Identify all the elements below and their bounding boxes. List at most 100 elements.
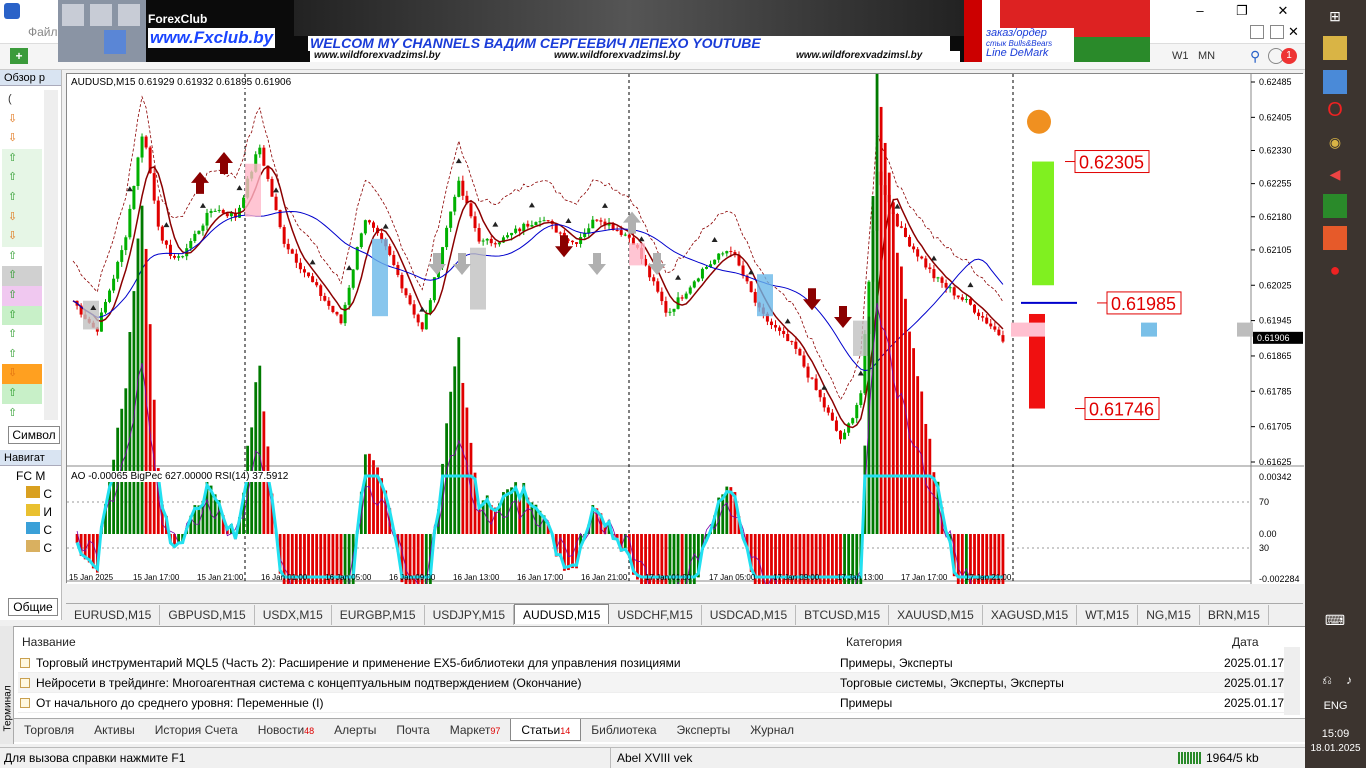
ao-histogram-bar [258, 365, 262, 534]
terminal-scrollbar[interactable] [1284, 647, 1300, 715]
market-watch-row[interactable]: ⇧ [2, 168, 42, 188]
symbol-tab-usdjpym15[interactable]: USDJPY,M15 [425, 605, 515, 625]
record-icon[interactable]: ● [1323, 258, 1347, 282]
search-icon[interactable]: ⚲ [1250, 48, 1260, 65]
language-indicator[interactable]: ENG [1305, 700, 1366, 712]
symbol-tab-audusdm15[interactable]: AUDUSD,M15 [514, 604, 610, 624]
terminal-tab-2[interactable]: История Счета [145, 719, 248, 741]
market-watch-row[interactable]: ⇩ [2, 227, 42, 247]
market-watch-row[interactable]: ⇩ [2, 364, 42, 384]
symbol-tab-gbpusdm15[interactable]: GBPUSD,M15 [160, 605, 255, 625]
navigator-item-experts[interactable]: С [12, 522, 52, 540]
symbol-tab-xauusdm15[interactable]: XAUUSD,M15 [889, 605, 983, 625]
symbol-tab-usdchfm15[interactable]: USDCHF,M15 [609, 605, 702, 625]
col-category[interactable]: Категория [846, 635, 902, 649]
terminal-tab-1[interactable]: Активы [84, 719, 145, 741]
candle-body [298, 262, 302, 270]
terminal-tab-9[interactable]: Эксперты [667, 719, 741, 741]
article-row[interactable]: От начального до среднего уровня: Переме… [18, 693, 1300, 713]
market-watch-row[interactable]: ⇧ [2, 285, 42, 306]
market-watch-row[interactable]: ⇧ [2, 344, 42, 365]
minimize-button[interactable]: – [1185, 0, 1215, 22]
speaker-icon[interactable]: ♪ [1337, 668, 1361, 692]
doc-max-icon[interactable] [1270, 25, 1284, 39]
volume-icon[interactable]: ◀ [1323, 162, 1347, 186]
col-name[interactable]: Название [22, 635, 76, 649]
terminal-tab-6[interactable]: Маркет97 [440, 719, 511, 741]
ao-histogram-bar [900, 266, 903, 534]
clock-time[interactable]: 15:09 [1305, 728, 1366, 740]
start-icon[interactable]: ⊞ [1323, 4, 1347, 28]
symbol-tab[interactable]: Символ [8, 426, 60, 444]
candle-body [599, 220, 603, 222]
market-watch-row[interactable]: ⇧ [2, 246, 42, 267]
market-watch-row[interactable]: ⇩ [2, 109, 42, 130]
terminal-tab-10[interactable]: Журнал [740, 719, 804, 741]
calculator-icon[interactable] [1323, 194, 1347, 218]
navigator-item-indicators[interactable]: И [12, 504, 52, 522]
symbol-tab-usdxm15[interactable]: USDX,M15 [255, 605, 332, 625]
paint-icon[interactable]: ◉ [1323, 130, 1347, 154]
maximize-button[interactable]: ❐ [1227, 0, 1257, 22]
doc-close-icon[interactable]: ✕ [1288, 24, 1299, 40]
market-watch-row[interactable]: ⇧ [2, 383, 42, 404]
navigator-item-scripts[interactable]: С [12, 540, 52, 558]
terminal-tab-5[interactable]: Почта [386, 719, 439, 741]
keyboard-icon[interactable]: ⌨ [1323, 608, 1347, 632]
candle-body [290, 249, 294, 254]
tf-mn-button[interactable]: MN [1198, 50, 1215, 62]
terminal-tab-8[interactable]: Библиотека [581, 719, 666, 741]
doc-restore-icon[interactable] [1250, 25, 1264, 39]
market-watch-row[interactable]: ⇧ [2, 187, 42, 208]
file-explorer-icon[interactable] [1323, 36, 1347, 60]
chart-window[interactable]: 0.62485 0.62405 0.62330 0.62255 0.62180 0.621… [66, 60, 1304, 768]
candle-body [112, 278, 116, 291]
market-watch-row[interactable]: ⇧ [2, 305, 42, 326]
col-date[interactable]: Дата [1232, 635, 1259, 649]
candle-body [530, 225, 534, 227]
status-profile: Abel XVIII vek [610, 748, 692, 768]
article-row[interactable]: Торговый инструментарий MQL5 (Часть 2): … [18, 653, 1300, 673]
control-panel-icon[interactable] [1323, 70, 1347, 94]
terminal-tab-3[interactable]: Новости48 [248, 719, 324, 741]
clock-date[interactable]: 18.01.2025 [1305, 743, 1366, 754]
metatrader-icon[interactable] [1323, 226, 1347, 250]
opera-icon[interactable]: O [1323, 98, 1347, 122]
symbol-tab-btcusdm15[interactable]: BTCUSD,M15 [796, 605, 890, 625]
candle-body [152, 173, 156, 201]
market-watch-scrollbar[interactable] [44, 90, 58, 420]
ad-banner[interactable]: ForexClub www.Fxclub.by WELCOM MY CHANNE… [58, 0, 1150, 62]
navigator-item-accounts[interactable]: С [12, 486, 52, 504]
price-chart[interactable]: 0.62485 0.62405 0.62330 0.62255 0.62180 0.621… [67, 60, 1304, 768]
market-watch-row[interactable]: ⇧ [2, 325, 42, 345]
new-order-icon[interactable]: + [10, 48, 28, 64]
symbol-tab-ngm15[interactable]: NG,M15 [1138, 605, 1200, 625]
symbol-tab-eurgbpm15[interactable]: EURGBP,M15 [332, 605, 425, 625]
candle-body [449, 211, 453, 228]
symbol-tab-xagusdm15[interactable]: XAGUSD,M15 [983, 605, 1078, 625]
article-row[interactable]: Нейросети в трейдинге: Многоагентная сис… [18, 673, 1300, 693]
market-watch-row[interactable]: ⇩ [2, 207, 42, 228]
network-icon[interactable]: ⎌ [1315, 668, 1339, 692]
market-watch-row[interactable]: ( [2, 90, 42, 110]
navigator-common-tab[interactable]: Общие [8, 598, 58, 616]
menu-file[interactable]: Файл [28, 25, 58, 39]
terminal-tab-7[interactable]: Статьи14 [510, 719, 582, 741]
terminal-tab-0[interactable]: Торговля [14, 719, 84, 741]
symbol-tab-usdcadm15[interactable]: USDCAD,M15 [702, 605, 797, 625]
symbol-tab-wtm15[interactable]: WT,M15 [1077, 605, 1139, 625]
signal-zone-box [470, 247, 486, 310]
tf-w1-button[interactable]: W1 [1172, 50, 1189, 62]
market-watch-row[interactable]: ⇩ [2, 129, 42, 149]
candle-body [173, 255, 177, 258]
terminal-tab-4[interactable]: Алерты [324, 719, 386, 741]
close-button[interactable]: ✕ [1268, 0, 1298, 22]
navigator-root[interactable]: FC M [16, 469, 45, 483]
market-watch-row[interactable]: ⇧ [2, 148, 42, 169]
notification-badge[interactable]: 1 [1281, 48, 1297, 64]
symbol-tab-eurusdm15[interactable]: EURUSD,M15 [66, 605, 161, 625]
market-watch-row[interactable]: ⇧ [2, 403, 42, 424]
market-watch-row[interactable]: ⇧ [2, 266, 42, 286]
market-watch-list[interactable]: (⇩ ⇩ ⇧ ⇧ ⇧ ⇩ ⇩ ⇧ ⇧ ⇧ ⇧ ⇧ ⇧ ⇩ ⇧ ⇧ [2, 90, 42, 424]
symbol-tab-brnm15[interactable]: BRN,M15 [1200, 605, 1269, 625]
